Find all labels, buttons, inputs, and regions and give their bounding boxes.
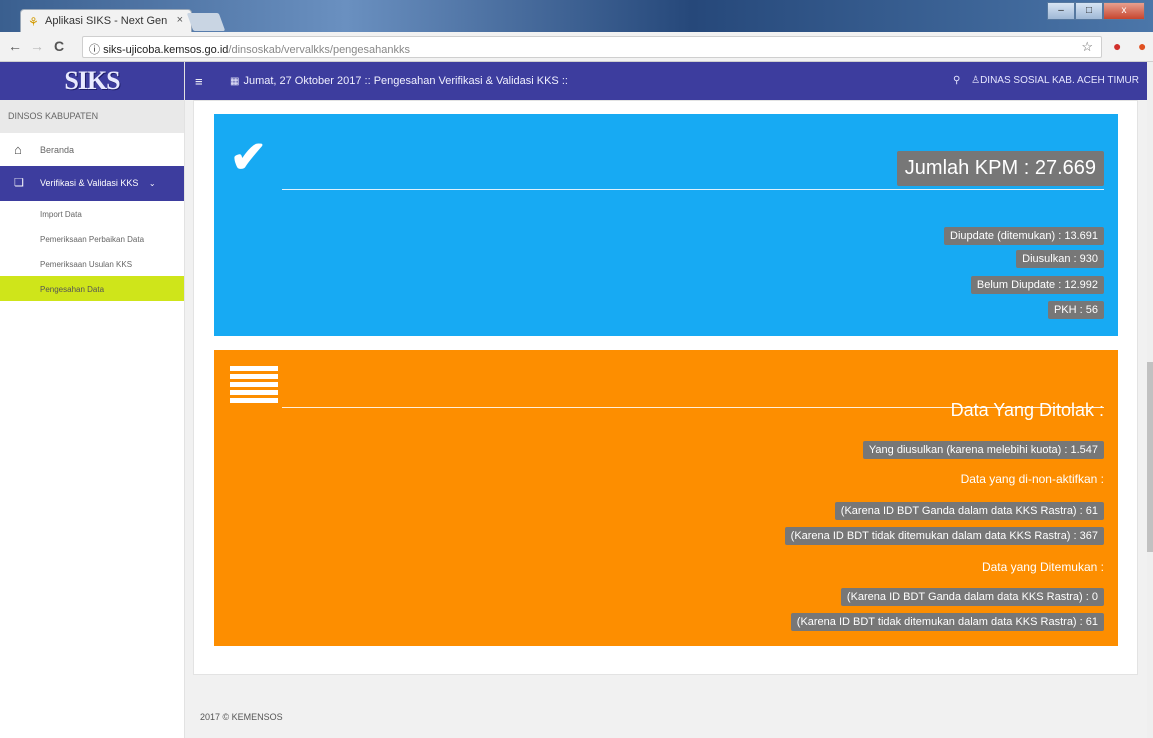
sidebar-item-label: Beranda [40, 145, 75, 155]
total-kpm-badge: Jumlah KPM : 27.669 [896, 151, 1104, 186]
bookmark-star-icon[interactable]: ☆ [1081, 39, 1093, 55]
list-icon [230, 366, 278, 406]
new-tab-button[interactable] [186, 13, 226, 31]
page-scrollbar[interactable] [1147, 62, 1153, 738]
sidebar-subitem-pemeriksaan-perbaikan[interactable]: Pemeriksaan Perbaikan Data [0, 226, 184, 251]
url-path: /dinsoskab/vervalkks/pengesahankks [228, 44, 411, 56]
page-title-text: Jumat, 27 Oktober 2017 :: Pengesahan Ver… [243, 75, 568, 87]
logo-bar: SIKS [0, 62, 184, 100]
stat-diusulkan: Diusulkan : 930 [1016, 250, 1104, 268]
reload-button[interactable]: C [54, 38, 64, 54]
clipboard-icon: ❏ [14, 177, 24, 189]
user-icon: ♙ [971, 75, 981, 86]
url-host: siks-ujicoba.kemsos.go.id [103, 44, 229, 56]
back-button[interactable]: ← [8, 38, 22, 54]
siks-logo[interactable]: SIKS [64, 66, 120, 96]
siks-favicon-icon: ⚘ [28, 15, 39, 29]
scrollbar-thumb[interactable] [1147, 362, 1153, 552]
chevron-down-icon: ⌄ [148, 179, 156, 188]
maximize-button[interactable]: □ [1075, 2, 1103, 20]
sidebar-subitem-import-data[interactable]: Import Data [0, 201, 184, 226]
stat-found-ganda: (Karena ID BDT Ganda dalam data KKS Rast… [840, 588, 1104, 606]
tab-title: Aplikasi SIKS - Next Gen [45, 15, 168, 27]
url-input[interactable]: ⓘ siks-ujicoba.kemsos.go.id/dinsoskab/ve… [82, 36, 1102, 58]
sidebar-item-verifikasi[interactable]: ❏ Verifikasi & Validasi KKS ⌄ [0, 166, 184, 201]
user-name[interactable]: DINAS SOSIAL KAB. ACEH TIMUR [980, 75, 1139, 86]
minimize-button[interactable]: – [1047, 2, 1075, 20]
sidebar: SIKS DINSOS KABUPATEN ⌂ Beranda ❏ Verifi… [0, 62, 185, 738]
sidebar-item-beranda[interactable]: ⌂ Beranda [0, 133, 184, 166]
window-controls: – □ x [1047, 2, 1145, 20]
page-title: ▦ Jumat, 27 Oktober 2017 :: Pengesahan Ve… [230, 75, 568, 87]
stat-nonactive-tidak-ditemukan: (Karena ID BDT tidak ditemukan dalam dat… [784, 527, 1104, 545]
rejected-title: Data Yang Ditolak : [950, 400, 1104, 420]
checkmark-icon: ✔ [230, 133, 267, 182]
extension-icon[interactable]: ● [1113, 38, 1121, 54]
forward-button[interactable]: → [30, 38, 44, 54]
sidebar-subitem-pemeriksaan-usulan[interactable]: Pemeriksaan Usulan KKS [0, 251, 184, 276]
stat-nonactive-ganda: (Karena ID BDT Ganda dalam data KKS Rast… [834, 502, 1104, 520]
sidebar-subitem-pengesahan-data[interactable]: Pengesahan Data [0, 276, 184, 301]
divider [282, 407, 1104, 408]
divider [282, 189, 1104, 190]
tab-close-icon[interactable]: × [177, 14, 183, 26]
close-window-button[interactable]: x [1103, 2, 1145, 20]
summary-panel: ✔ Jumlah KPM : 27.669 Diupdate (ditemuka… [214, 114, 1118, 336]
address-bar: ← → C ⓘ siks-ujicoba.kemsos.go.id/dinsos… [0, 32, 1153, 62]
hamburger-menu-icon[interactable]: ≡ [195, 74, 203, 89]
user-role-label: DINSOS KABUPATEN [0, 100, 184, 133]
stat-diupdate: Diupdate (ditemukan) : 13.691 [944, 227, 1104, 245]
main-content: ✔ Jumlah KPM : 27.669 Diupdate (ditemuka… [193, 100, 1138, 675]
sidebar-item-label: Verifikasi & Validasi KKS [40, 178, 139, 188]
site-info-icon[interactable]: ⓘ [89, 44, 100, 56]
browser-tab-bar: ⚘ Aplikasi SIKS - Next Gen × – □ x [0, 0, 1153, 33]
stat-over-quota: Yang diusulkan (karena melebihi kuota) :… [862, 441, 1104, 459]
rejected-panel: Data Yang Ditolak : Yang diusulkan (kare… [214, 350, 1118, 646]
stat-found-tidak-ditemukan: (Karena ID BDT tidak ditemukan dalam dat… [790, 613, 1104, 631]
browser-tab[interactable]: ⚘ Aplikasi SIKS - Next Gen × [20, 9, 192, 33]
top-header: ≡ ▦ Jumat, 27 Oktober 2017 :: Pengesahan … [185, 62, 1147, 100]
home-icon: ⌂ [14, 142, 22, 157]
extension-2-icon[interactable]: ● [1138, 38, 1146, 54]
footer-copyright: 2017 © KEMENSOS [200, 712, 283, 722]
search-icon[interactable]: ⚲ [953, 75, 960, 86]
stat-pkh: PKH : 56 [1047, 301, 1104, 319]
nonactive-heading: Data yang di-non-aktifkan : [960, 472, 1104, 486]
top-right-area: ⚲ ♙DINAS SOSIAL KAB. ACEH TIMUR [953, 75, 1139, 86]
stat-belum-diupdate: Belum Diupdate : 12.992 [970, 276, 1104, 294]
calendar-icon: ▦ [230, 76, 240, 87]
found-heading: Data yang Ditemukan : [981, 560, 1104, 574]
